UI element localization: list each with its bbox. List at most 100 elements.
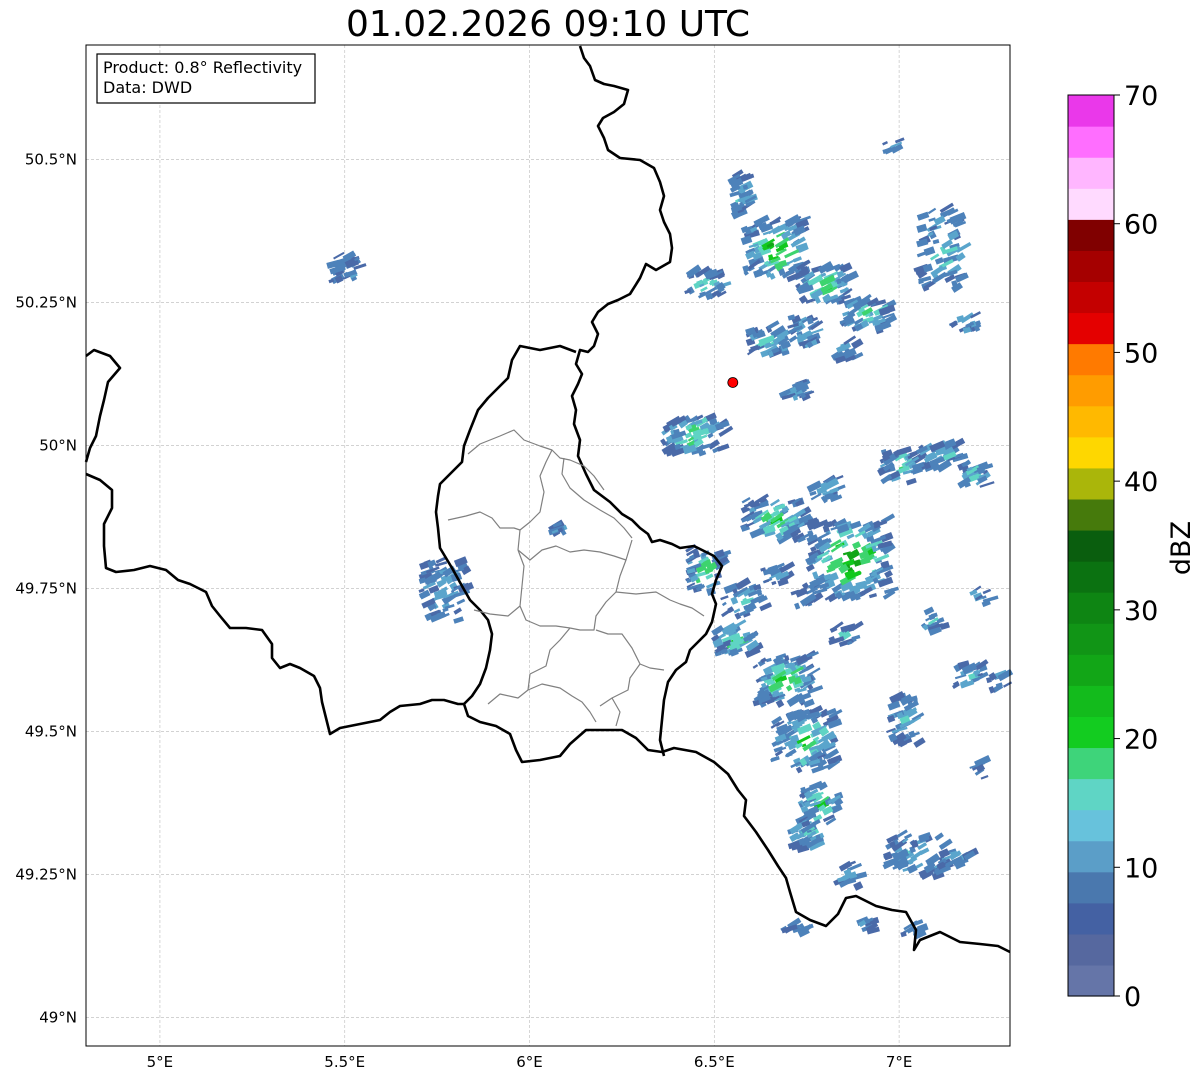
precip-cell [765,657,772,663]
precip-cell [771,580,777,586]
precip-cell [788,335,798,343]
precip-cell [456,598,466,605]
colorbar-segment [1068,343,1114,376]
colorbar-segment [1068,188,1114,220]
colorbar-segment [1068,778,1114,811]
precip-cell [927,207,937,215]
precip-cell [805,563,815,572]
precip-cell [913,737,926,748]
colorbar [1067,94,1115,997]
colorbar-segment [1068,964,1114,997]
colorbar-tick-label: 0 [1124,982,1141,1013]
colorbar-tick-label: 40 [1124,467,1158,498]
precip-cell [803,698,815,708]
precip-cell [934,832,944,841]
precip-cell [916,223,928,233]
precip-cell [795,766,803,774]
precip-cell [742,265,750,273]
colorbar-segment [1068,902,1114,935]
precip-cell [700,286,708,293]
info-source: Data: DWD [103,78,192,97]
lon-tick-label: 6.5°E [694,1053,735,1071]
precip-cell [716,443,730,452]
precip-cell [880,474,893,485]
colorbar-segment [1068,281,1114,314]
colorbar-segment [1068,95,1114,127]
precip-cell [721,601,727,607]
colorbar-segment [1068,405,1114,438]
lat-tick-label: 49.25°N [15,865,77,883]
lat-tick-label: 49.75°N [15,579,77,597]
colorbar-segment [1068,933,1114,966]
precip-cell [882,141,889,146]
precip-cell [750,594,766,605]
colorbar-tick-label: 30 [1124,596,1158,627]
colorbar-segment [1068,498,1114,531]
latitude-tick-labels: 50.5°N 50.25°N 50°N 49.75°N 49.5°N 49.25°N 49°… [15,150,77,1026]
precip-cell [817,261,834,274]
precip-cell [938,838,953,851]
colorbar-segment [1068,157,1114,189]
precip-cell [846,548,861,561]
colorbar-segment [1068,747,1114,780]
precip-cell [980,775,989,780]
precip-cell [720,595,729,601]
precip-cell [730,596,739,605]
precip-cell [868,593,878,599]
lon-tick-label: 6°E [516,1053,543,1071]
colorbar-tick-label: 10 [1124,853,1158,884]
lon-tick-label: 5.5°E [324,1053,365,1071]
lat-tick-label: 50°N [39,436,77,454]
precip-cell [982,588,992,595]
colorbar-segment [1068,250,1114,283]
precip-cell [850,338,864,350]
precip-cell [905,477,917,486]
border-germany-belgium-lux-north [570,45,724,757]
colorbar-segment [1068,592,1114,624]
precip-cell [934,257,944,265]
precip-cell [794,602,801,610]
precip-cell [954,673,967,680]
precip-cell [807,530,814,539]
precip-cell [904,833,913,840]
longitude-tick-labels: 5°E 5.5°E 6°E 6.5°E 7°E [147,1053,913,1071]
lat-tick-label: 50.25°N [15,293,77,311]
colorbar-segment [1068,685,1114,717]
precip-cell [785,748,797,758]
colorbar-segment [1068,374,1114,407]
precip-cell [849,520,862,530]
precip-cell [785,684,793,692]
precip-cell [453,607,463,615]
colorbar-segment [1068,312,1114,345]
colorbar-tick-label: 50 [1124,338,1158,369]
colorbar-segment [1068,871,1114,904]
precip-cell [793,256,803,263]
precip-cell [1002,681,1013,688]
colorbar-segment [1068,219,1114,251]
border-france-belgium-west [85,472,464,736]
colorbar-segment [1068,623,1114,655]
precip-cell [988,685,996,694]
precip-cell [916,211,930,221]
precip-cell [733,608,741,614]
precip-cell [766,320,780,330]
colorbar-segment [1068,561,1114,593]
precip-cell [453,616,464,624]
precip-cell [932,239,940,245]
radar-map: Product: 0.8° Reflectivity Data: DWD 5°E… [15,44,1197,1071]
colorbar-segment [1068,436,1114,469]
precip-cell [883,851,893,861]
lon-tick-label: 7°E [886,1053,913,1071]
precip-cell [749,527,766,539]
precip-cell [684,432,693,439]
lat-tick-label: 49.5°N [25,722,77,740]
admin-borders [447,429,705,727]
radar-site-marker [727,377,739,388]
precip-cell [853,881,864,891]
precip-cell [333,251,345,260]
precip-cell [916,238,929,248]
precip-cell [923,246,936,257]
colorbar-segment [1068,716,1114,749]
precip-cell [759,602,773,612]
precip-cell [906,863,918,874]
